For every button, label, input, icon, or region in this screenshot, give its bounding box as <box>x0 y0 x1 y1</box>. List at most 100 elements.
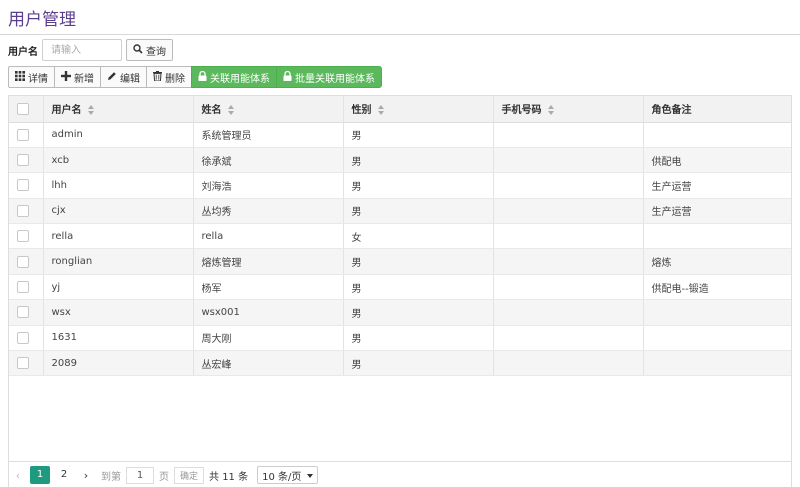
cell-username: admin <box>43 122 194 148</box>
cell-name: wsx001 <box>193 299 344 326</box>
table-row[interactable]: xcb 徐承斌 男 供配电 <box>9 147 791 174</box>
page-2-button[interactable]: 2 <box>54 466 74 484</box>
column-header-phone[interactable]: 手机号码 <box>493 96 644 123</box>
cell-gender: 男 <box>343 325 494 352</box>
page-unit-label: 页 <box>159 471 169 483</box>
pencil-icon <box>107 71 117 84</box>
row-checkbox[interactable] <box>17 154 29 167</box>
cell-name: 刘海浩 <box>193 172 344 199</box>
plus-icon <box>61 70 71 84</box>
row-select-cell <box>9 122 44 148</box>
cell-phone <box>493 248 644 275</box>
table-row[interactable]: 2089 丛宏峰 男 <box>9 350 791 377</box>
cell-gender: 男 <box>343 350 494 377</box>
batch-link-energy-system-button[interactable]: 批量关联用能体系 <box>276 66 382 88</box>
cell-gender: 男 <box>343 299 494 326</box>
row-checkbox[interactable] <box>17 306 29 319</box>
link-energy-system-button[interactable]: 关联用能体系 <box>191 66 276 88</box>
sort-icon[interactable] <box>377 105 385 116</box>
row-select-cell <box>9 274 44 301</box>
page-size-value: 10 条/页 <box>262 471 302 483</box>
cell-role-note <box>643 325 791 352</box>
row-select-cell <box>9 223 44 250</box>
link-energy-system-label: 关联用能体系 <box>210 73 270 85</box>
cell-phone <box>493 299 644 326</box>
cell-username: 1631 <box>43 325 194 352</box>
chevron-down-icon <box>307 470 314 481</box>
detail-button[interactable]: 详情 <box>8 66 54 88</box>
cell-role-note: 生产运营 <box>643 198 791 225</box>
cell-phone <box>493 223 644 250</box>
row-select-cell <box>9 325 44 352</box>
table-row[interactable]: yj 杨军 男 供配电--锻造 <box>9 274 791 301</box>
cell-gender: 女 <box>343 223 494 250</box>
page-size-select[interactable]: 10 条/页 <box>257 466 319 484</box>
cell-role-note: 熔炼 <box>643 248 791 275</box>
query-button-label: 查询 <box>146 46 166 58</box>
cell-phone <box>493 274 644 301</box>
cell-username: wsx <box>43 299 194 326</box>
row-checkbox[interactable] <box>17 128 29 141</box>
user-table: 用户名 姓名 性别 手机号码 角色备注 admin 系统管理员 男 xcb 徐承… <box>9 96 791 377</box>
add-button[interactable]: 新增 <box>54 66 100 88</box>
row-checkbox[interactable] <box>17 281 29 294</box>
row-checkbox[interactable] <box>17 230 29 243</box>
goto-page-input[interactable] <box>126 466 154 484</box>
table-header-row: 用户名 姓名 性别 手机号码 角色备注 <box>9 96 791 123</box>
cell-username: ronglian <box>43 248 194 275</box>
table-row[interactable]: 1631 周大刚 男 <box>9 325 791 352</box>
cell-name: 丛宏峰 <box>193 350 344 377</box>
row-select-cell <box>9 172 44 199</box>
pager-divider <box>8 461 792 462</box>
edit-button[interactable]: 编辑 <box>100 66 146 88</box>
prev-page-icon[interactable]: ‹ <box>8 469 28 482</box>
delete-button[interactable]: 删除 <box>146 66 191 88</box>
page-1-button[interactable]: 1 <box>30 466 50 484</box>
search-label: 用户名 <box>8 46 38 58</box>
sort-icon[interactable] <box>87 105 95 116</box>
column-header-gender[interactable]: 性别 <box>343 96 494 123</box>
cell-phone <box>493 147 644 174</box>
table-row[interactable]: ronglian 熔炼管理 男 熔炼 <box>9 248 791 275</box>
table-row[interactable]: admin 系统管理员 男 <box>9 122 791 148</box>
lock-icon <box>198 70 207 84</box>
cell-gender: 男 <box>343 147 494 174</box>
select-all-checkbox[interactable] <box>17 102 29 115</box>
sort-icon[interactable] <box>227 105 235 116</box>
table-row[interactable]: wsx wsx001 男 <box>9 299 791 326</box>
row-checkbox[interactable] <box>17 255 29 268</box>
grid-icon <box>15 70 25 84</box>
table-row[interactable]: cjx 丛均秀 男 生产运营 <box>9 198 791 225</box>
row-checkbox[interactable] <box>17 204 29 217</box>
select-all-cell <box>9 96 44 123</box>
row-checkbox[interactable] <box>17 331 29 344</box>
goto-confirm-button[interactable]: 确定 <box>174 466 205 484</box>
search-bar: 用户名 查询 <box>8 39 173 61</box>
row-select-cell <box>9 299 44 326</box>
cell-gender: 男 <box>343 122 494 148</box>
row-select-cell <box>9 248 44 275</box>
next-page-icon[interactable]: › <box>76 469 96 482</box>
column-header-username[interactable]: 用户名 <box>43 96 194 123</box>
detail-button-label: 详情 <box>28 73 48 85</box>
user-table-container: 用户名 姓名 性别 手机号码 角色备注 admin 系统管理员 男 xcb 徐承… <box>8 95 792 487</box>
cell-name: 系统管理员 <box>193 122 344 148</box>
cell-role-note: 供配电 <box>643 147 791 174</box>
cell-role-note <box>643 350 791 377</box>
table-row[interactable]: lhh 刘海浩 男 生产运营 <box>9 172 791 199</box>
search-icon <box>133 43 143 57</box>
table-row[interactable]: rella rella 女 <box>9 223 791 250</box>
cell-gender: 男 <box>343 198 494 225</box>
page-title: 用户管理 <box>8 10 76 30</box>
cell-role-note <box>643 299 791 326</box>
query-button[interactable]: 查询 <box>126 39 173 61</box>
cell-name: 周大刚 <box>193 325 344 352</box>
cell-username: cjx <box>43 198 194 225</box>
sort-icon[interactable] <box>547 105 555 116</box>
column-header-name[interactable]: 姓名 <box>193 96 344 123</box>
row-checkbox[interactable] <box>17 357 29 370</box>
row-checkbox[interactable] <box>17 179 29 192</box>
username-search-input[interactable] <box>42 39 122 61</box>
cell-username: rella <box>43 223 194 250</box>
cell-name: rella <box>193 223 344 250</box>
